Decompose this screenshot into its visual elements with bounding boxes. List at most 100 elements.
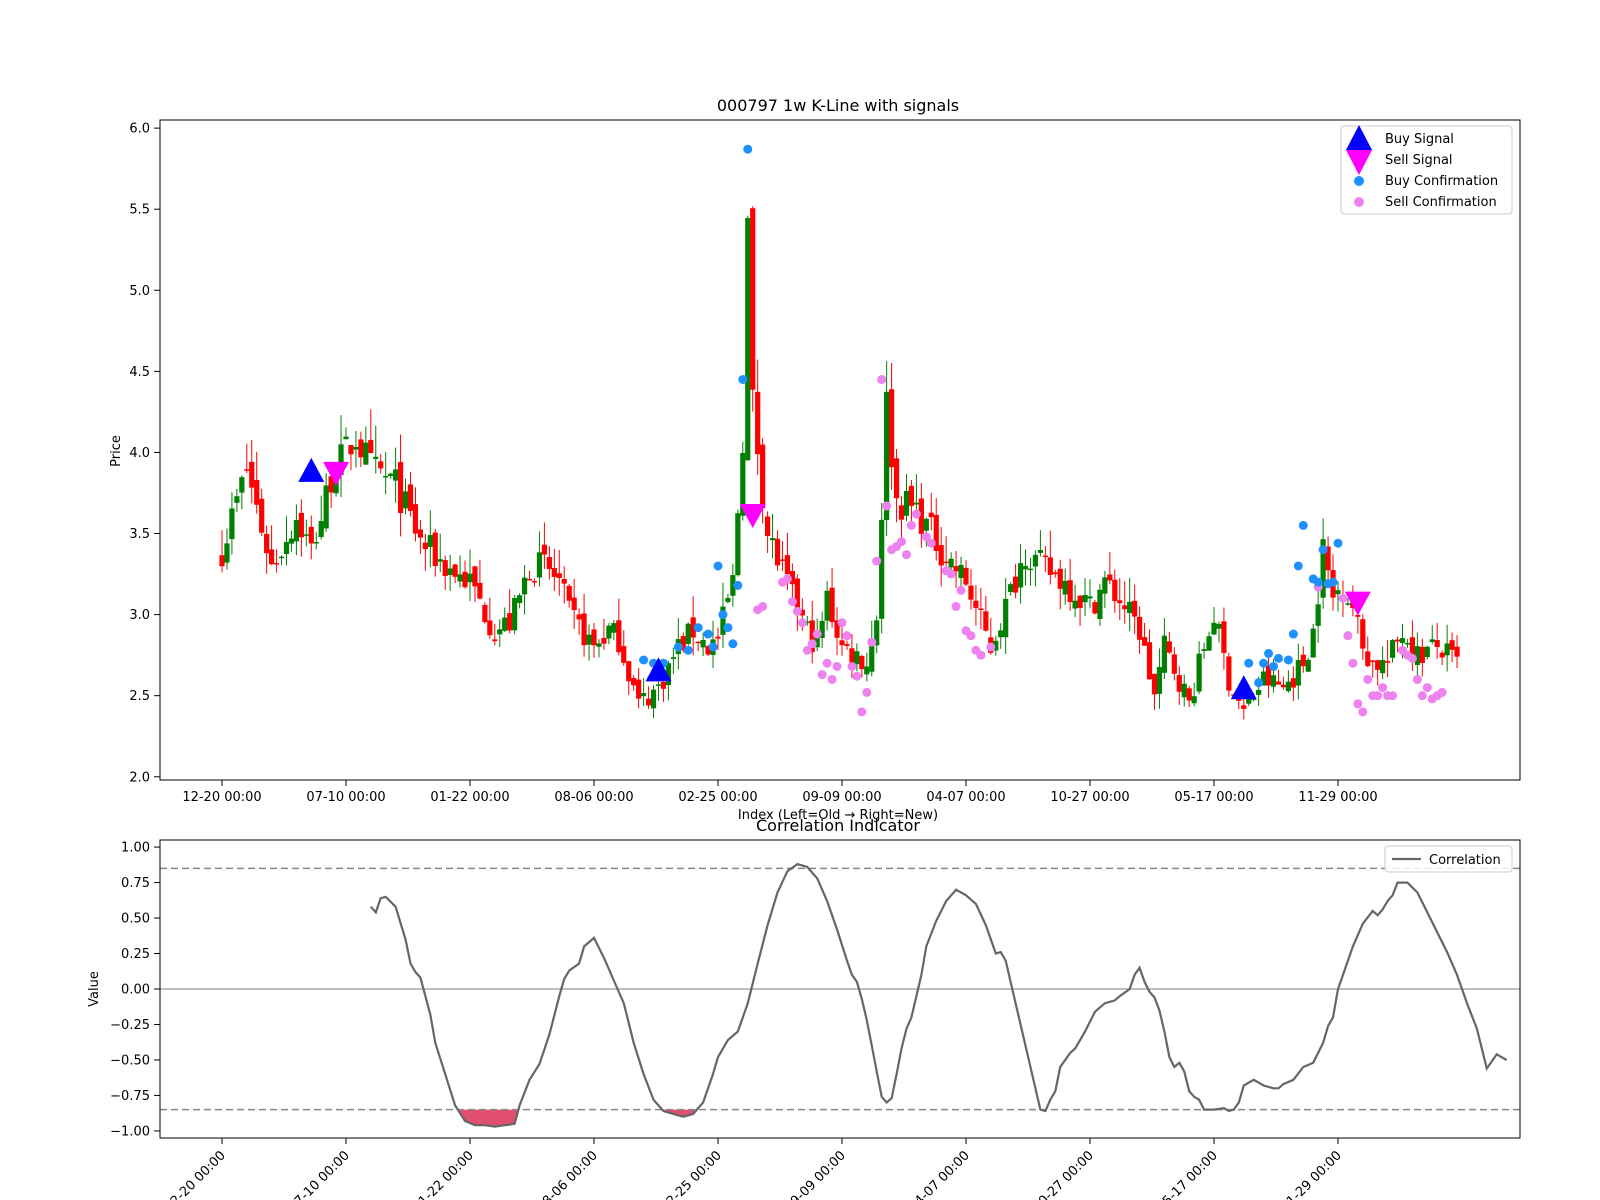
candle-body <box>695 641 701 644</box>
sell-signal-marker <box>739 504 766 529</box>
buy-confirmation-point <box>1293 561 1303 571</box>
candle-body <box>943 561 949 564</box>
candle-body <box>983 611 989 631</box>
price-chart-title: 000797 1w K-Line with signals <box>717 96 959 115</box>
sell-confirmation-point <box>986 642 996 652</box>
candle-body <box>457 574 463 582</box>
candle-body <box>254 480 260 505</box>
candle-body <box>1062 580 1068 595</box>
legend-correlation: Correlation <box>1429 853 1501 868</box>
candle-body <box>1097 589 1103 619</box>
candle-body <box>1335 590 1341 595</box>
candle-body <box>1196 653 1202 692</box>
correlation-x-tick-label: 10-27 00:00 <box>1030 1148 1097 1200</box>
candle-body <box>750 208 756 390</box>
candle-body <box>1389 640 1396 658</box>
candle-body <box>1201 649 1207 652</box>
candlestick-series <box>219 206 1460 720</box>
candle-body <box>1370 660 1376 663</box>
candle-body <box>556 573 562 579</box>
candle-body <box>864 666 870 675</box>
candle-body <box>923 518 929 531</box>
correlation-legend: Correlation <box>1384 845 1513 873</box>
sell-confirmation-point <box>837 618 847 628</box>
sell-confirmation-point <box>782 574 792 584</box>
candle-body <box>576 614 582 620</box>
candle-body <box>715 636 721 639</box>
legend-buy-confirmation: Buy Confirmation <box>1385 174 1498 189</box>
candle-body <box>323 485 329 529</box>
candle-body <box>963 567 969 585</box>
correlation-x-tick-label: 04-07 00:00 <box>906 1148 973 1200</box>
candle-body <box>1191 696 1197 704</box>
candle-body <box>1141 637 1148 646</box>
sell-confirmation-point <box>926 538 936 548</box>
sell-confirmation-point <box>897 537 907 547</box>
candle-body <box>1032 554 1039 567</box>
candle-body <box>1226 656 1232 691</box>
correlation-chart-title: Correlation Indicator <box>756 816 920 835</box>
candle-body <box>859 655 865 670</box>
correlation-y-tick-label: −1.00 <box>110 1124 150 1139</box>
candle-body <box>1037 549 1043 553</box>
candle-body <box>249 461 255 488</box>
correlation-x-axis: 12-20 00:00 07-10 00:00 01-22 00:00 08-06 0… <box>162 1138 1345 1200</box>
sell-confirmation-point <box>822 658 832 668</box>
sell-confirmation-point <box>1353 699 1363 709</box>
candle-body <box>378 461 384 469</box>
candle-body <box>581 613 587 646</box>
correlation-y-tick-label: 0.25 <box>121 947 150 962</box>
candle-body <box>264 533 270 554</box>
candle-body <box>318 521 324 538</box>
correlation-y-tick-label: −0.50 <box>110 1053 150 1068</box>
candle-body <box>1092 602 1098 614</box>
candle-body <box>1246 698 1252 704</box>
candle-body <box>1166 641 1172 653</box>
candle-body <box>1290 678 1296 688</box>
candle-body <box>442 560 448 576</box>
candle-body <box>755 391 761 455</box>
candle-body <box>1072 600 1078 609</box>
candle-body <box>1449 640 1455 650</box>
sell-confirmation-point <box>758 601 768 611</box>
sell-confirmation-point <box>857 707 867 717</box>
buy-confirmation-point <box>693 623 703 633</box>
candle-body <box>343 436 349 440</box>
candle-body <box>670 657 676 659</box>
candle-body <box>422 542 428 550</box>
candle-body <box>1419 646 1425 663</box>
candle-body <box>1270 675 1277 687</box>
candle-body <box>1013 576 1019 593</box>
buy-confirmation-point <box>1273 653 1283 663</box>
candle-body <box>1221 621 1227 653</box>
sell-confirmation-point <box>946 569 956 579</box>
candle-body <box>1399 638 1406 643</box>
candle-body <box>839 640 845 646</box>
candle-body <box>1112 579 1118 602</box>
correlation-y-label: Value <box>87 971 102 1007</box>
candle-body <box>472 566 478 587</box>
candle-body <box>1117 600 1123 604</box>
candle-body <box>288 538 295 544</box>
correlation-x-tick-label: 02-25 00:00 <box>658 1148 725 1200</box>
candle-body <box>1132 600 1138 617</box>
buy-confirmation-point <box>1288 629 1298 639</box>
price-y-tick-label: 5.5 <box>129 203 150 218</box>
candle-body <box>502 617 508 631</box>
candle-body <box>1444 643 1450 656</box>
buy-signal-marker <box>298 457 325 482</box>
correlation-y-tick-label: 1.00 <box>121 841 150 856</box>
candle-body <box>1280 684 1287 688</box>
candle-body <box>645 698 652 706</box>
candle-body <box>1042 555 1048 558</box>
candle-body <box>283 542 290 555</box>
correlation-y-tick-label: 0.75 <box>121 876 150 891</box>
candle-body <box>427 535 433 547</box>
sell-confirmation-point <box>1407 653 1417 663</box>
candle-body <box>1008 584 1014 593</box>
candle-body <box>611 623 617 633</box>
candle-body <box>1186 688 1192 701</box>
candle-body <box>1171 654 1177 674</box>
buy-signal-marker <box>1230 675 1257 700</box>
correlation-y-tick-label: 0.00 <box>121 983 150 998</box>
